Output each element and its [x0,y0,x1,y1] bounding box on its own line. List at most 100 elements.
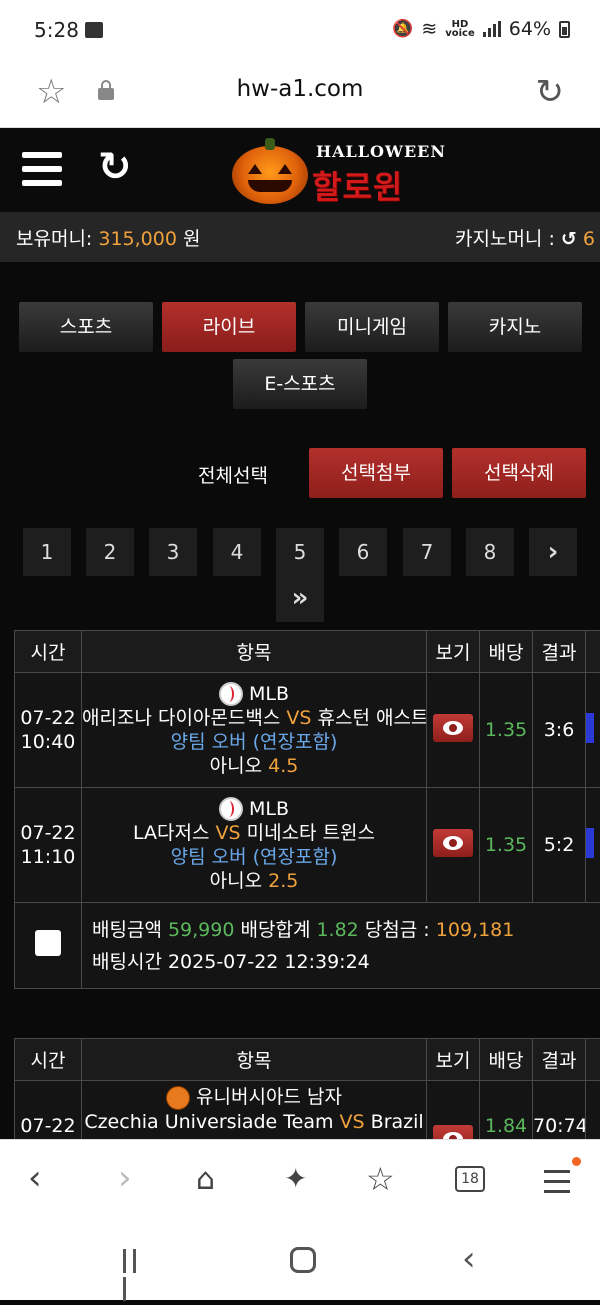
tab-esports[interactable]: E-스포츠 [233,359,367,409]
page-4[interactable]: 4 [213,528,261,576]
status-icons: 🔕 ≋ HDvoice 64% [392,18,570,40]
logo-main-text: 할로윈 [312,162,403,208]
match-time: 07-22 10:40 [15,673,82,788]
result-value: 5:2 [533,788,586,903]
status-time: 5:28 [34,18,79,42]
header-view: 보기 [427,631,480,673]
bet-summary: 배팅금액 59,990 배당합계 1.82 당첨금 : 109,181 배팅시간… [82,903,600,989]
attach-selected-button[interactable]: 선택첨부 [309,448,443,498]
selection-actions: 전체선택 선택첨부 선택삭제 [0,448,600,498]
select-checkbox[interactable] [35,930,61,956]
home-icon[interactable]: ⌂ [196,1162,215,1197]
pick: 아니오 [210,870,262,892]
market-name: 양팀 오버 (연장포함) [82,845,426,869]
refresh-icon[interactable]: ↻ [98,144,132,190]
header-odds: 배당 [480,631,533,673]
browser-bottom-nav: ‹ › ⌂ ✦ ☆ 18 [0,1139,600,1225]
table-row: 07-22 10:40 MLB 애리조나 다이아몬드백스 VS 휴스턴 애스트로… [15,673,600,788]
pumpkin-icon [232,146,308,204]
browser-reload-icon[interactable]: ↻ [536,72,565,112]
balance-amount: 315,000 [98,228,177,250]
last-page-icon[interactable]: » [276,574,324,622]
header-time: 시간 [15,631,82,673]
money-bar: 보유머니: 315,000 원 카지노머니 : ↺ 6 [0,212,600,262]
vs-label: VS [286,707,311,729]
bet-time-label: 배팅시간 [92,951,162,973]
system-back-icon[interactable]: ‹ [462,1239,476,1279]
status-bar: 5:28 🔕 ≋ HDvoice 64% [0,0,600,62]
page-7[interactable]: 7 [403,528,451,576]
total-odds-label: 배당합계 [241,919,311,941]
bet-table-1: 시간 항목 보기 배당 결과 07-22 10:40 MLB 애리조나 다이아몬… [14,630,600,989]
tab-minigame[interactable]: 미니게임 [305,302,439,352]
menu-icon[interactable] [22,152,62,188]
tabs-icon[interactable]: 18 [455,1166,485,1192]
battery-icon [559,21,570,38]
site-logo[interactable]: HALLOWEEN 할로윈 [232,138,432,204]
league-name: MLB [249,798,289,820]
line-value: 4.5 [268,755,298,777]
header-view: 보기 [427,1039,480,1081]
view-cell [427,788,480,903]
line-value: 2.5 [268,870,298,892]
logo-top-text: HALLOWEEN [316,142,446,161]
win-value: 109,181 [436,919,515,941]
tab-sports[interactable]: 스포츠 [19,302,153,352]
tab-live[interactable]: 라이브 [162,302,296,352]
battery-percent: 64% [509,18,551,40]
back-icon[interactable]: ‹ [28,1158,42,1198]
home-button-icon[interactable] [290,1247,316,1273]
header-result: 결과 [533,631,586,673]
page-1[interactable]: 1 [23,528,71,576]
status-indicator [586,828,594,858]
header-extra [586,631,600,673]
forward-icon[interactable]: › [118,1158,132,1198]
tab-casino[interactable]: 카지노 [448,302,582,352]
odds-value: 1.35 [480,673,533,788]
eye-icon[interactable] [433,829,473,857]
balance-unit: 원 [183,228,200,250]
status-indicator [586,713,594,743]
recents-icon[interactable] [123,1249,149,1273]
ai-sparkle-icon[interactable]: ✦ [284,1162,307,1195]
bet-time-value: 2025-07-22 12:39:24 [168,951,370,973]
next-page-icon[interactable]: › [529,528,577,576]
page-5[interactable]: 5 [276,528,324,576]
header-result: 결과 [533,1039,586,1081]
bookmarks-icon[interactable]: ☆ [366,1160,395,1198]
league-name: MLB [249,683,289,705]
signal-icon [483,21,501,37]
url-text[interactable]: hw-a1.com [0,76,600,102]
eye-icon[interactable] [433,714,473,742]
delete-selected-button[interactable]: 선택삭제 [452,448,586,498]
view-cell [427,673,480,788]
page-2[interactable]: 2 [86,528,134,576]
casino-label: 카지노머니 : [455,228,555,250]
header-extra [586,1039,600,1081]
system-nav-bar: ‹ [0,1225,600,1300]
mute-icon: 🔕 [392,19,413,39]
select-all-button[interactable]: 전체선택 [198,461,268,488]
header-item: 항목 [82,631,427,673]
header-item: 항목 [82,1039,427,1081]
casino-value: 6 [583,228,595,250]
page-3[interactable]: 3 [149,528,197,576]
home-team: LA다저스 [133,822,209,844]
away-team: 미네소타 트윈스 [247,822,375,844]
market-name: 양팀 오버 (연장포함) [82,730,426,754]
total-odds-value: 1.82 [316,919,358,941]
page-8[interactable]: 8 [466,528,514,576]
hd-voice-icon: HDvoice [445,20,475,38]
home-team: Czechia Universiade Team [84,1111,333,1133]
win-label: 당첨금 : [365,919,430,941]
baseball-icon [219,682,243,706]
odds-value: 1.35 [480,788,533,903]
header-odds: 배당 [480,1039,533,1081]
checkbox-cell [15,903,82,989]
menu-icon[interactable] [544,1170,570,1200]
casino-refresh-icon[interactable]: ↺ [561,228,577,250]
page-6[interactable]: 6 [339,528,387,576]
table-header-row: 시간 항목 보기 배당 결과 [15,1039,600,1081]
match-time: 07-22 11:10 [15,788,82,903]
basketball-icon [166,1086,190,1110]
